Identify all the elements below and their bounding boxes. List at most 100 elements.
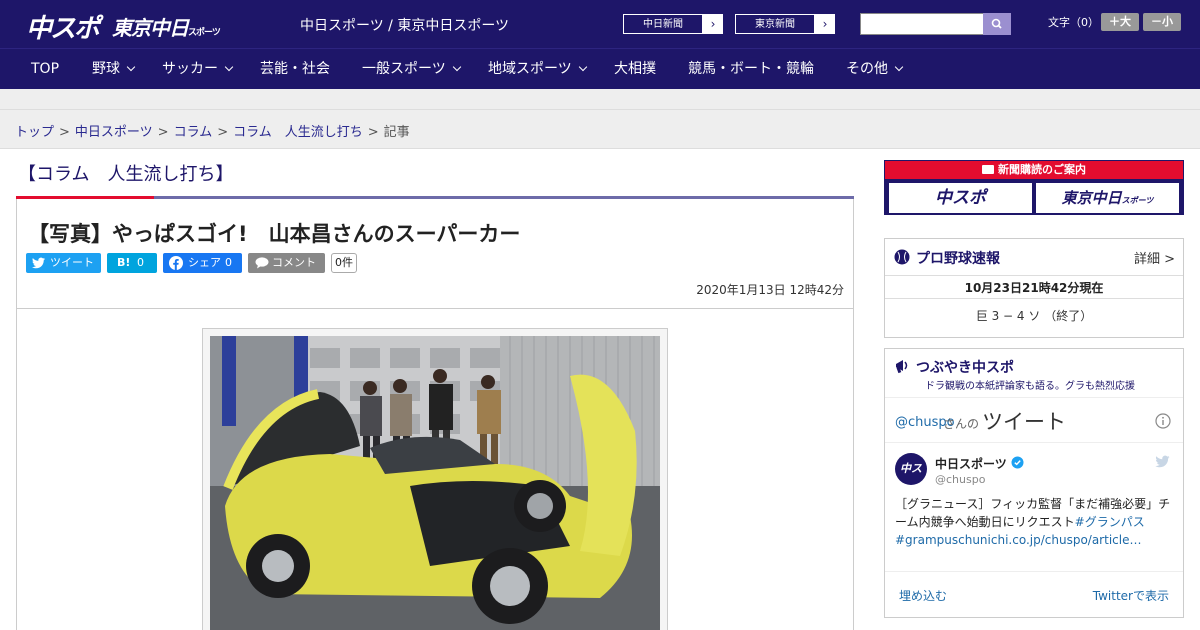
search-input[interactable]	[860, 13, 984, 35]
breadcrumb: トップ > 中日スポーツ > コラム > コラム 人生流し打ち > 記事	[15, 121, 410, 140]
tokyo-shimbun-link[interactable]: 東京新聞 ›	[734, 13, 836, 35]
chevron-down-icon	[894, 62, 904, 72]
twitter-widget-subtitle: ドラ観戦の本紙評論家も語る。グラも熱烈応援	[925, 381, 1135, 392]
breadcrumb-separator: >	[59, 125, 70, 140]
paper-link-label: 中日新聞	[623, 14, 703, 34]
article-photo[interactable]	[210, 336, 660, 630]
top-header: 中スポ 東京中日スポーツ 中日スポーツ / 東京中日スポーツ 中日新聞 › 東京…	[0, 0, 1200, 48]
tweet-account-name[interactable]: 中日スポーツ	[935, 455, 1007, 472]
baseball-icon	[894, 249, 910, 265]
tweet-button[interactable]: ツイート	[26, 253, 101, 273]
tokyo-logo-text: 東京中日	[112, 16, 189, 40]
embed-link[interactable]: 埋め込む	[899, 587, 947, 604]
nav-label: TOP	[31, 61, 60, 77]
nav-label: 野球	[92, 61, 120, 77]
facebook-count: 0	[225, 256, 232, 269]
chevron-right-icon: ›	[822, 17, 828, 31]
nav-item-baseball[interactable]: 野球	[92, 49, 136, 90]
nav-label: 芸能・社会	[260, 61, 330, 77]
chuspo-logo[interactable]: 中スポ	[26, 8, 100, 45]
divider	[16, 308, 854, 309]
nav-label: 地域スポーツ	[488, 61, 572, 77]
tokyo-chunichi-logo[interactable]: 東京中日スポーツ	[112, 12, 221, 41]
search-button[interactable]	[983, 13, 1011, 35]
nav-item-other[interactable]: その他	[846, 49, 904, 90]
tweet-text: ［グラニュース］フィッカ監督「まだ補強必要」チーム内競争へ始動日にリクエスト#グ…	[895, 495, 1175, 549]
breadcrumb-top[interactable]: トップ	[15, 125, 54, 140]
tweet-link[interactable]: #grampuschunichi.co.jp/chuspo/article…	[895, 533, 1141, 547]
nav-label: 競馬・ボート・競輪	[688, 61, 814, 77]
nav-item-top[interactable]: TOP	[31, 49, 59, 90]
nav-label: 大相撲	[614, 61, 656, 77]
twitter-bird-icon	[32, 257, 45, 269]
baseball-detail-link[interactable]: 詳細 >	[1134, 248, 1175, 267]
main-nav: TOP 野球 サッカー 芸能・社会 一般スポーツ 地域スポーツ 大相撲 競馬・ボ…	[0, 48, 1200, 89]
breadcrumb-chunichi-sports[interactable]: 中日スポーツ	[75, 125, 153, 140]
article-title: 【写真】やっぱスゴイ! 山本昌さんのスーパーカー	[28, 222, 521, 246]
megaphone-icon	[896, 360, 908, 374]
nav-item-regional-sports[interactable]: 地域スポーツ	[488, 49, 587, 90]
twitter-widget-title: つぶやき中スポ	[916, 360, 1014, 376]
nav-item-general-sports[interactable]: 一般スポーツ	[362, 49, 461, 90]
baseball-timestamp: 10月23日21時42分現在	[885, 277, 1183, 299]
paper-link-label: 東京新聞	[735, 14, 815, 34]
divider	[885, 571, 1183, 572]
twitter-bird-icon[interactable]	[1155, 455, 1171, 468]
column-title[interactable]: 【コラム 人生流し打ち】	[18, 160, 233, 186]
facebook-label: シェア	[188, 256, 221, 269]
breadcrumb-bar: トップ > 中日スポーツ > コラム > コラム 人生流し打ち > 記事	[0, 110, 1200, 149]
article-date: 2020年1月13日 12時42分	[696, 283, 844, 297]
breadcrumb-column-series[interactable]: コラム 人生流し打ち	[233, 125, 363, 140]
nav-item-sumo[interactable]: 大相撲	[614, 49, 656, 90]
chuspo-avatar[interactable]: 中スポ	[895, 453, 927, 507]
subscription-label: 新聞購読のご案内	[998, 163, 1086, 176]
baseball-widget-title: プロ野球速報	[916, 251, 1000, 267]
tokyo-chunichi-subscribe-logo[interactable]: 東京中日スポーツ	[1036, 183, 1179, 213]
nav-label: その他	[846, 61, 888, 77]
tweet-hashtag[interactable]: #グランパス	[1075, 515, 1145, 529]
view-on-twitter-link[interactable]: Twitterで表示	[1093, 587, 1169, 604]
breadcrumb-column[interactable]: コラム	[174, 125, 213, 140]
baseball-score-row[interactable]: 巨 3 − 4 ソ （終了）	[885, 307, 1183, 324]
breadcrumb-separator: >	[367, 125, 379, 140]
nav-label: サッカー	[162, 61, 218, 77]
nav-item-racing[interactable]: 競馬・ボート・競輪	[688, 49, 814, 90]
chevron-down-icon	[224, 62, 234, 72]
chunichi-shimbun-link[interactable]: 中日新聞 ›	[622, 13, 724, 35]
tweets-heading: ツイート	[982, 410, 1066, 434]
comment-count: 0件	[331, 253, 357, 273]
newspaper-icon	[982, 165, 994, 174]
tweet-label: ツイート	[50, 256, 94, 269]
chevron-right-icon: ›	[710, 17, 716, 31]
tweet-account-handle[interactable]: @chuspo	[935, 473, 985, 486]
speech-bubble-icon	[255, 257, 269, 269]
breadcrumb-separator: >	[157, 125, 169, 140]
font-bigger-button[interactable]: ＋大	[1101, 13, 1139, 31]
supercar-photo-image	[210, 336, 660, 630]
comment-label: コメント	[272, 256, 316, 269]
facebook-share-button[interactable]: シェア 0	[163, 253, 242, 273]
nav-item-entertainment[interactable]: 芸能・社会	[260, 49, 330, 90]
subscription-banner[interactable]: 新聞購読のご案内 中スポ 東京中日スポーツ	[884, 160, 1184, 215]
twitter-widget: つぶやき中スポ ドラ観戦の本紙評論家も語る。グラも熱烈応援 @chuspo さん…	[884, 348, 1184, 618]
verified-badge-icon	[1011, 456, 1024, 469]
tokyo-logo-small: スポーツ	[188, 28, 221, 38]
nav-item-soccer[interactable]: サッカー	[162, 49, 234, 90]
chevron-down-icon	[126, 62, 136, 72]
chevron-down-icon	[578, 62, 587, 72]
comment-button[interactable]: コメント	[248, 253, 325, 273]
tokyo-subscribe-text: 東京中日	[1061, 189, 1122, 207]
chuspo-subscribe-logo[interactable]: 中スポ	[889, 183, 1032, 213]
font-smaller-button[interactable]: －小	[1143, 13, 1181, 31]
baseball-widget-header: プロ野球速報 詳細 >	[885, 239, 1183, 276]
subscription-header: 新聞購読のご案内	[885, 161, 1183, 179]
twitter-widget-header: つぶやき中スポ ドラ観戦の本紙評論家も語る。グラも熱烈応援	[885, 349, 1183, 393]
twitter-handle-suffix: さんの	[943, 417, 980, 431]
tokyo-subscribe-small: スポーツ	[1121, 196, 1154, 205]
gray-spacer	[0, 89, 1200, 110]
hatena-bookmark-button[interactable]: B! 0	[107, 253, 157, 273]
info-icon[interactable]	[1155, 413, 1171, 429]
baseball-scores-widget: プロ野球速報 詳細 > 10月23日21時42分現在 巨 3 − 4 ソ （終了…	[884, 238, 1184, 338]
breadcrumb-current: 記事	[383, 125, 410, 140]
site-title[interactable]: 中日スポーツ / 東京中日スポーツ	[300, 15, 509, 35]
